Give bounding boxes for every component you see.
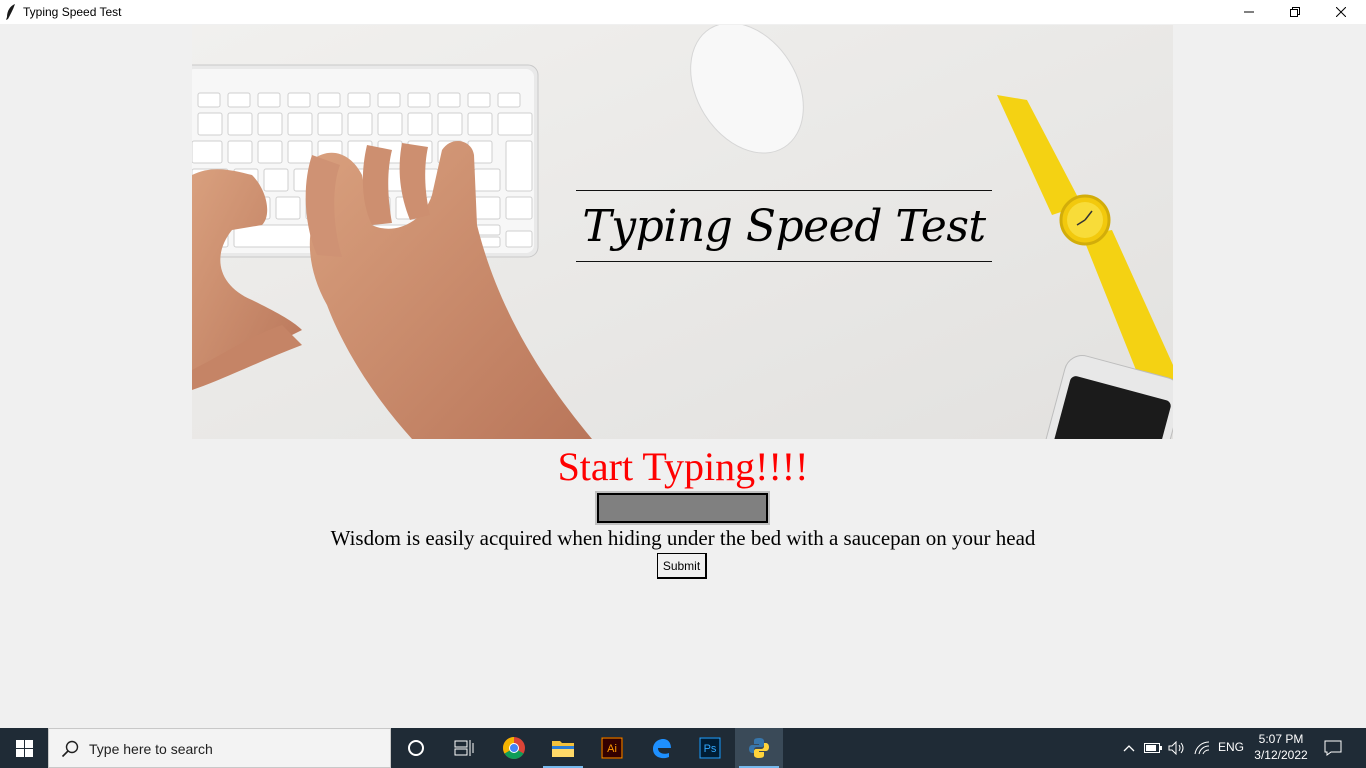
python-button[interactable] [735, 728, 783, 768]
search-icon [61, 740, 79, 758]
start-button[interactable] [0, 728, 48, 768]
wifi-icon [1194, 741, 1210, 755]
photoshop-label: Ps [704, 743, 717, 755]
window-title: Typing Speed Test [23, 5, 122, 19]
edge-button[interactable] [637, 728, 685, 768]
volume-icon [1168, 741, 1184, 755]
file-explorer-icon [552, 741, 574, 757]
feather-icon [6, 4, 15, 20]
language-indicator[interactable]: ENG [1218, 740, 1244, 754]
restore-icon [1290, 7, 1300, 17]
typing-input[interactable] [597, 493, 768, 523]
network-button[interactable] [1192, 728, 1212, 768]
action-center-button[interactable] [1318, 728, 1348, 768]
taskbar-search-box[interactable]: Type here to search [48, 728, 391, 768]
minimize-icon [1244, 11, 1254, 13]
start-typing-heading: Start Typing!!!! [557, 444, 809, 489]
window-title-bar: Typing Speed Test [0, 0, 1366, 24]
photoshop-icon: Ps [699, 737, 721, 759]
close-button[interactable] [1318, 0, 1364, 24]
banner-title: Typing Speed Test [576, 190, 992, 262]
sample-sentence: Wisdom is easily acquired when hiding un… [330, 526, 1036, 550]
search-placeholder: Type here to search [89, 741, 213, 757]
task-view-button[interactable] [440, 728, 488, 768]
restore-button[interactable] [1272, 0, 1318, 24]
battery-button[interactable] [1142, 728, 1164, 768]
close-icon [1336, 7, 1346, 17]
chevron-up-icon [1123, 745, 1135, 752]
banner-image: Typing Speed Test [192, 25, 1173, 439]
task-view-icon [454, 740, 474, 756]
chrome-button[interactable] [490, 728, 538, 768]
notification-icon [1324, 740, 1342, 756]
illustrator-button[interactable]: Ai [588, 728, 636, 768]
battery-icon [1144, 743, 1162, 753]
volume-button[interactable] [1166, 728, 1188, 768]
clock-date: 3/12/2022 [1254, 748, 1308, 762]
minimize-button[interactable] [1226, 0, 1272, 24]
illustrator-icon: Ai [601, 737, 623, 759]
clock-time: 5:07 PM [1258, 732, 1304, 746]
submit-button[interactable]: Submit [657, 553, 707, 579]
illustrator-label: Ai [607, 743, 617, 755]
clock[interactable]: 5:07 PM 3/12/2022 [1246, 731, 1316, 763]
python-icon [749, 738, 769, 758]
cortana-button[interactable] [392, 728, 440, 768]
show-hidden-icons-button[interactable] [1120, 728, 1138, 768]
chrome-icon [503, 737, 525, 759]
cortana-icon [408, 740, 424, 756]
taskbar: Type here to search Ai Ps ENG 5:07 PM 3/… [0, 728, 1366, 768]
file-explorer-button[interactable] [539, 728, 587, 768]
photoshop-button[interactable]: Ps [686, 728, 734, 768]
edge-icon [653, 739, 671, 759]
windows-icon [15, 739, 33, 757]
